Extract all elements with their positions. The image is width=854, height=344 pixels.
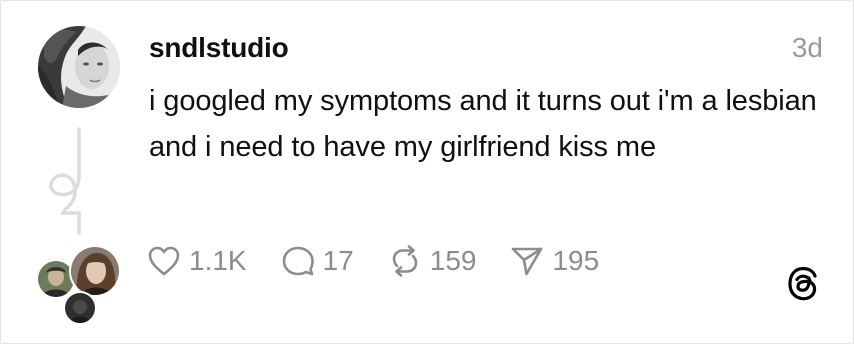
heart-icon <box>148 246 180 276</box>
repost-icon <box>392 245 418 277</box>
like-button[interactable]: 1.1K <box>147 245 247 277</box>
action-bar: 1.1K 17 159 195 <box>147 241 633 281</box>
reply-avatar-2[interactable] <box>69 245 121 297</box>
thread-post-card: sndlstudio 3d i googled my symptoms and … <box>0 0 854 344</box>
share-count: 195 <box>552 245 600 276</box>
reply-avatar-3[interactable] <box>63 291 97 325</box>
author-username[interactable]: sndlstudio <box>149 32 289 64</box>
reply-count: 17 <box>322 245 354 276</box>
repost-count: 159 <box>429 245 477 276</box>
threads-logo-icon[interactable] <box>785 266 821 302</box>
post-text: i googled my symptoms and it turns out i… <box>149 85 817 163</box>
comment-icon <box>282 246 314 276</box>
like-count: 1.1K <box>189 245 247 276</box>
repost-button[interactable]: 159 <box>388 245 477 277</box>
reply-button[interactable]: 17 <box>281 245 354 277</box>
send-icon <box>512 247 543 276</box>
post-timestamp[interactable]: 3d <box>792 32 823 64</box>
author-avatar[interactable] <box>38 26 120 108</box>
share-button[interactable]: 195 <box>510 245 599 277</box>
